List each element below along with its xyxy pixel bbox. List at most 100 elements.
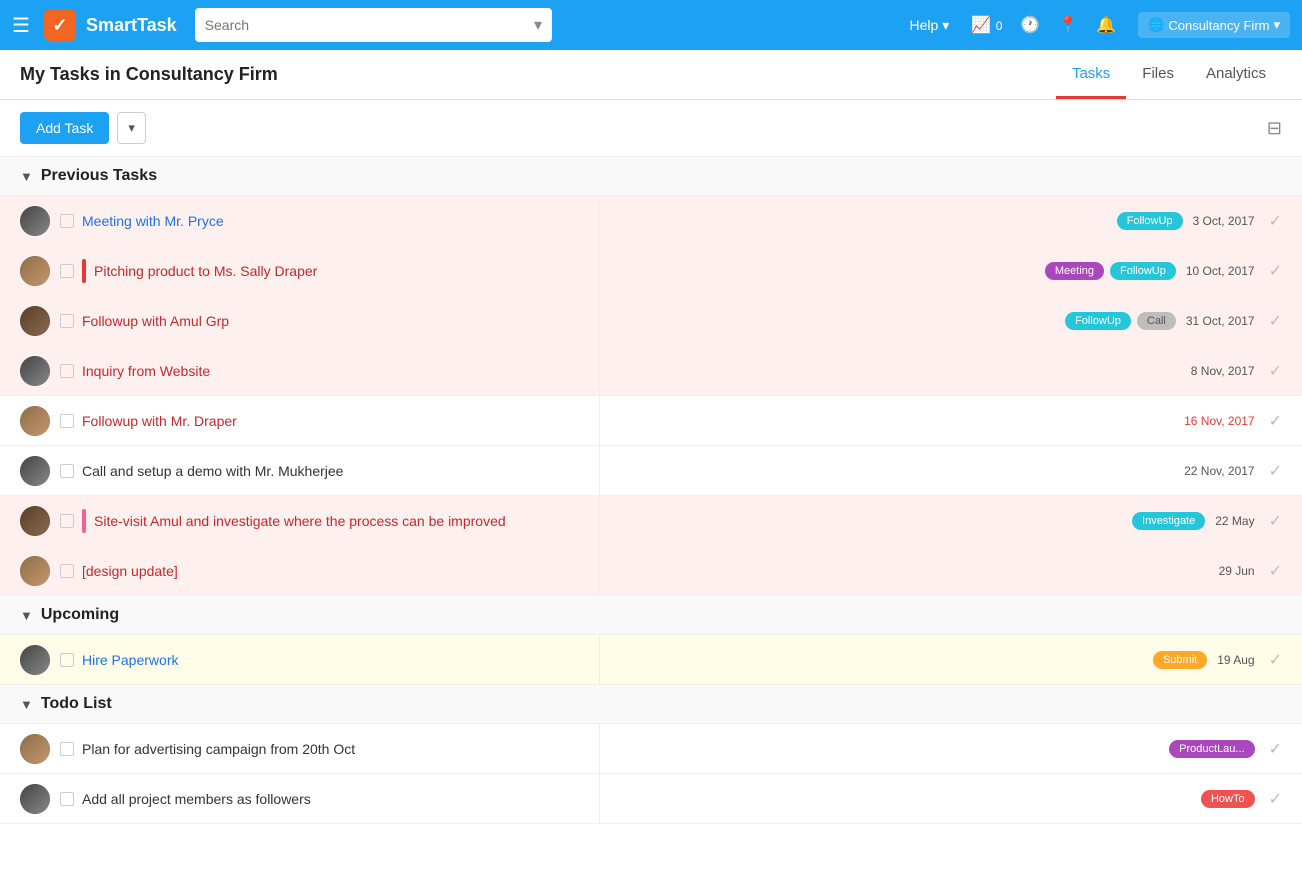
globe-icon: 🌐: [1148, 17, 1164, 33]
tag-followup[interactable]: FollowUp: [1065, 312, 1131, 330]
task-meta: ProductLau... ✓: [1169, 739, 1282, 759]
task-name[interactable]: Pitching product to Ms. Sally Draper: [94, 263, 589, 279]
task-meta: 22 Nov, 2017 ✓: [1180, 461, 1282, 481]
task-checkbox[interactable]: [60, 742, 74, 756]
task-checkbox[interactable]: [60, 314, 74, 328]
task-list-wrapper: ▼ Previous Tasks Meeting with Mr. Pryce …: [0, 157, 1302, 890]
task-name-col: Plan for advertising campaign from 20th …: [20, 724, 600, 773]
section-todo[interactable]: ▼ Todo List: [0, 685, 1302, 724]
section-previous-tasks[interactable]: ▼ Previous Tasks: [0, 157, 1302, 196]
firm-dropdown-icon: ▾: [1273, 17, 1280, 33]
avatar: [20, 456, 50, 486]
complete-icon[interactable]: ✓: [1269, 411, 1282, 431]
avatar: [20, 784, 50, 814]
task-name-col: [design update]: [20, 546, 600, 595]
tag-call[interactable]: Call: [1137, 312, 1176, 330]
tag-followup[interactable]: FollowUp: [1117, 212, 1183, 230]
task-checkbox[interactable]: [60, 564, 74, 578]
tab-files[interactable]: Files: [1126, 51, 1190, 99]
task-checkbox[interactable]: [60, 414, 74, 428]
help-menu[interactable]: Help ▾: [910, 17, 950, 34]
table-row: [design update] 29 Jun ✓: [0, 546, 1302, 596]
trending-icon[interactable]: 📈 0: [971, 15, 1002, 35]
task-details-col: FollowUp Call 31 Oct, 2017 ✓: [600, 311, 1282, 331]
table-row: Followup with Mr. Draper 16 Nov, 2017 ✓: [0, 396, 1302, 446]
task-checkbox[interactable]: [60, 214, 74, 228]
task-meta: FollowUp 3 Oct, 2017 ✓: [1117, 211, 1282, 231]
complete-icon[interactable]: ✓: [1269, 261, 1282, 281]
task-details-col: Submit 19 Aug ✓: [600, 650, 1282, 670]
task-name[interactable]: Add all project members as followers: [82, 791, 589, 807]
tag-submit[interactable]: Submit: [1153, 651, 1207, 669]
location-icon[interactable]: 📍: [1058, 15, 1078, 35]
complete-icon[interactable]: ✓: [1269, 739, 1282, 759]
section-upcoming[interactable]: ▼ Upcoming: [0, 596, 1302, 635]
avatar: [20, 556, 50, 586]
task-checkbox[interactable]: [60, 264, 74, 278]
task-name[interactable]: Site-visit Amul and investigate where th…: [94, 513, 589, 529]
notification-icon[interactable]: 🔔: [1096, 15, 1116, 35]
table-row: Hire Paperwork Submit 19 Aug ✓: [0, 635, 1302, 685]
add-task-button[interactable]: Add Task: [20, 112, 109, 144]
task-name[interactable]: Plan for advertising campaign from 20th …: [82, 741, 589, 757]
avatar: [20, 256, 50, 286]
task-checkbox[interactable]: [60, 792, 74, 806]
task-checkbox[interactable]: [60, 653, 74, 667]
tab-analytics[interactable]: Analytics: [1190, 51, 1282, 99]
search-dropdown-icon[interactable]: ▾: [534, 15, 542, 35]
task-name[interactable]: Hire Paperwork: [82, 652, 589, 668]
task-dropdown-button[interactable]: ▾: [117, 112, 146, 144]
section-collapse-icon: ▼: [20, 697, 33, 712]
task-name-col: Add all project members as followers: [20, 774, 600, 823]
toolbar: Add Task ▾ ⊟: [0, 100, 1302, 157]
search-bar[interactable]: ▾: [195, 8, 552, 42]
complete-icon[interactable]: ✓: [1269, 311, 1282, 331]
table-row: Site-visit Amul and investigate where th…: [0, 496, 1302, 546]
tag-followup[interactable]: FollowUp: [1110, 262, 1176, 280]
task-checkbox[interactable]: [60, 364, 74, 378]
tag-investigate[interactable]: Investigate: [1132, 512, 1205, 530]
complete-icon[interactable]: ✓: [1269, 211, 1282, 231]
task-meta: FollowUp Call 31 Oct, 2017 ✓: [1065, 311, 1282, 331]
task-name-col: Hire Paperwork: [20, 635, 600, 684]
task-meta: 16 Nov, 2017 ✓: [1180, 411, 1282, 431]
task-date: 22 Nov, 2017: [1184, 464, 1255, 478]
task-details-col: 16 Nov, 2017 ✓: [600, 411, 1282, 431]
complete-icon[interactable]: ✓: [1269, 561, 1282, 581]
task-name[interactable]: Followup with Mr. Draper: [82, 413, 589, 429]
filter-icon[interactable]: ⊟: [1267, 118, 1282, 138]
task-name[interactable]: Call and setup a demo with Mr. Mukherjee: [82, 463, 589, 479]
table-row: Followup with Amul Grp FollowUp Call 31 …: [0, 296, 1302, 346]
avatar: [20, 306, 50, 336]
clock-icon[interactable]: 🕐: [1020, 15, 1040, 35]
task-date: 10 Oct, 2017: [1186, 264, 1255, 278]
task-name[interactable]: Inquiry from Website: [82, 363, 589, 379]
task-name-col: Site-visit Amul and investigate where th…: [20, 496, 600, 545]
toolbar-right: ⊟: [1267, 118, 1282, 139]
task-meta: 8 Nov, 2017 ✓: [1187, 361, 1282, 381]
complete-icon[interactable]: ✓: [1269, 511, 1282, 531]
tag-howto[interactable]: HowTo: [1201, 790, 1255, 808]
section-collapse-icon: ▼: [20, 169, 33, 184]
task-checkbox[interactable]: [60, 464, 74, 478]
table-row: Inquiry from Website 8 Nov, 2017 ✓: [0, 346, 1302, 396]
tag-meeting[interactable]: Meeting: [1045, 262, 1104, 280]
avatar: [20, 356, 50, 386]
complete-icon[interactable]: ✓: [1269, 461, 1282, 481]
table-row: Add all project members as followers How…: [0, 774, 1302, 824]
task-name[interactable]: Followup with Amul Grp: [82, 313, 589, 329]
complete-icon[interactable]: ✓: [1269, 789, 1282, 809]
complete-icon[interactable]: ✓: [1269, 650, 1282, 670]
search-input[interactable]: [205, 17, 528, 33]
complete-icon[interactable]: ✓: [1269, 361, 1282, 381]
page-title: My Tasks in Consultancy Firm: [20, 64, 1056, 85]
task-name[interactable]: Meeting with Mr. Pryce: [82, 213, 589, 229]
tab-tasks[interactable]: Tasks: [1056, 51, 1126, 99]
firm-menu[interactable]: 🌐 Consultancy Firm ▾: [1138, 12, 1290, 38]
tag-productlaunch[interactable]: ProductLau...: [1169, 740, 1254, 758]
task-date: 16 Nov, 2017: [1184, 414, 1255, 428]
hamburger-icon[interactable]: ☰: [12, 13, 30, 38]
task-checkbox[interactable]: [60, 514, 74, 528]
task-name[interactable]: [design update]: [82, 563, 589, 579]
task-name-col: Inquiry from Website: [20, 346, 600, 395]
